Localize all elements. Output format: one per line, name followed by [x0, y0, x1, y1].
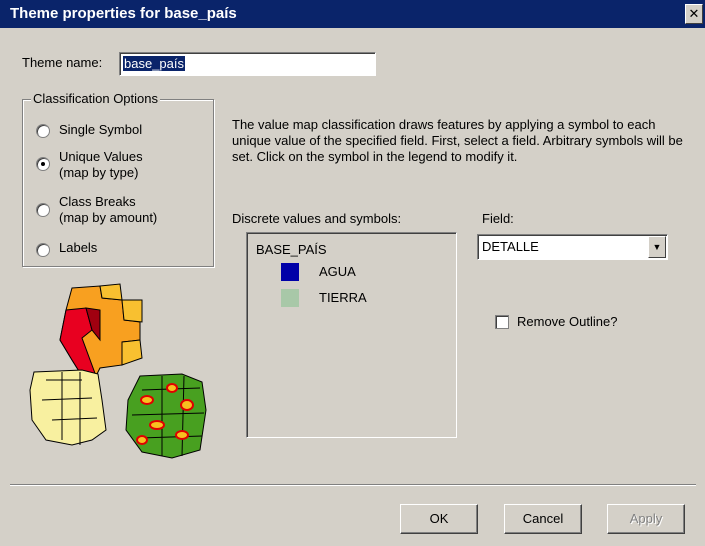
ok-button[interactable]: OK: [400, 504, 478, 534]
legend-symbol-tierra[interactable]: [281, 289, 299, 307]
radio-class-breaks-label[interactable]: Class Breaks: [59, 194, 136, 209]
field-label: Field:: [482, 211, 514, 226]
remove-outline-checkbox[interactable]: [495, 315, 509, 329]
radio-single-symbol-label[interactable]: Single Symbol: [59, 122, 142, 137]
remove-outline-label[interactable]: Remove Outline?: [517, 314, 617, 329]
radio-class-breaks-sublabel[interactable]: (map by amount): [59, 210, 157, 225]
apply-button[interactable]: Apply: [607, 504, 685, 534]
legend-list[interactable]: BASE_PAÍS AGUA TIERRA: [246, 232, 457, 438]
single-symbol-map-icon: [29, 369, 107, 446]
radio-unique-values[interactable]: [36, 157, 50, 171]
radio-labels-label[interactable]: Labels: [59, 240, 97, 255]
title-bar: Theme properties for base_país ✕: [0, 0, 705, 28]
footer-separator: [10, 484, 696, 486]
radio-unique-values-label[interactable]: Unique Values: [59, 149, 143, 164]
window-title: Theme properties for base_país: [10, 5, 237, 22]
chevron-down-icon: ▼: [652, 242, 662, 252]
theme-name-value: base_país: [123, 56, 185, 71]
radio-labels[interactable]: [36, 243, 50, 257]
map-illustration: [29, 283, 207, 459]
class-breaks-map-icon: [125, 373, 207, 459]
field-dropdown-button[interactable]: ▼: [648, 236, 666, 258]
legend-item-agua[interactable]: AGUA: [319, 264, 356, 279]
close-icon: ✕: [688, 6, 700, 21]
close-button[interactable]: ✕: [685, 4, 703, 24]
theme-name-label: Theme name:: [22, 55, 103, 70]
radio-class-breaks[interactable]: [36, 203, 50, 217]
legend-symbol-agua[interactable]: [281, 263, 299, 281]
legend-header: BASE_PAÍS: [256, 242, 327, 257]
classification-description: The value map classification draws featu…: [232, 117, 683, 164]
field-select[interactable]: DETALLE ▼: [477, 234, 668, 260]
legend-item-tierra[interactable]: TIERRA: [319, 290, 367, 305]
radio-unique-values-sublabel[interactable]: (map by type): [59, 165, 138, 180]
unique-values-map-icon: [59, 283, 143, 377]
discrete-values-label: Discrete values and symbols:: [232, 211, 402, 226]
cancel-button[interactable]: Cancel: [504, 504, 582, 534]
classification-options-legend: Classification Options: [31, 91, 160, 106]
radio-single-symbol[interactable]: [36, 124, 50, 138]
field-select-value: DETALLE: [482, 239, 539, 254]
theme-name-input[interactable]: base_país: [119, 52, 376, 76]
